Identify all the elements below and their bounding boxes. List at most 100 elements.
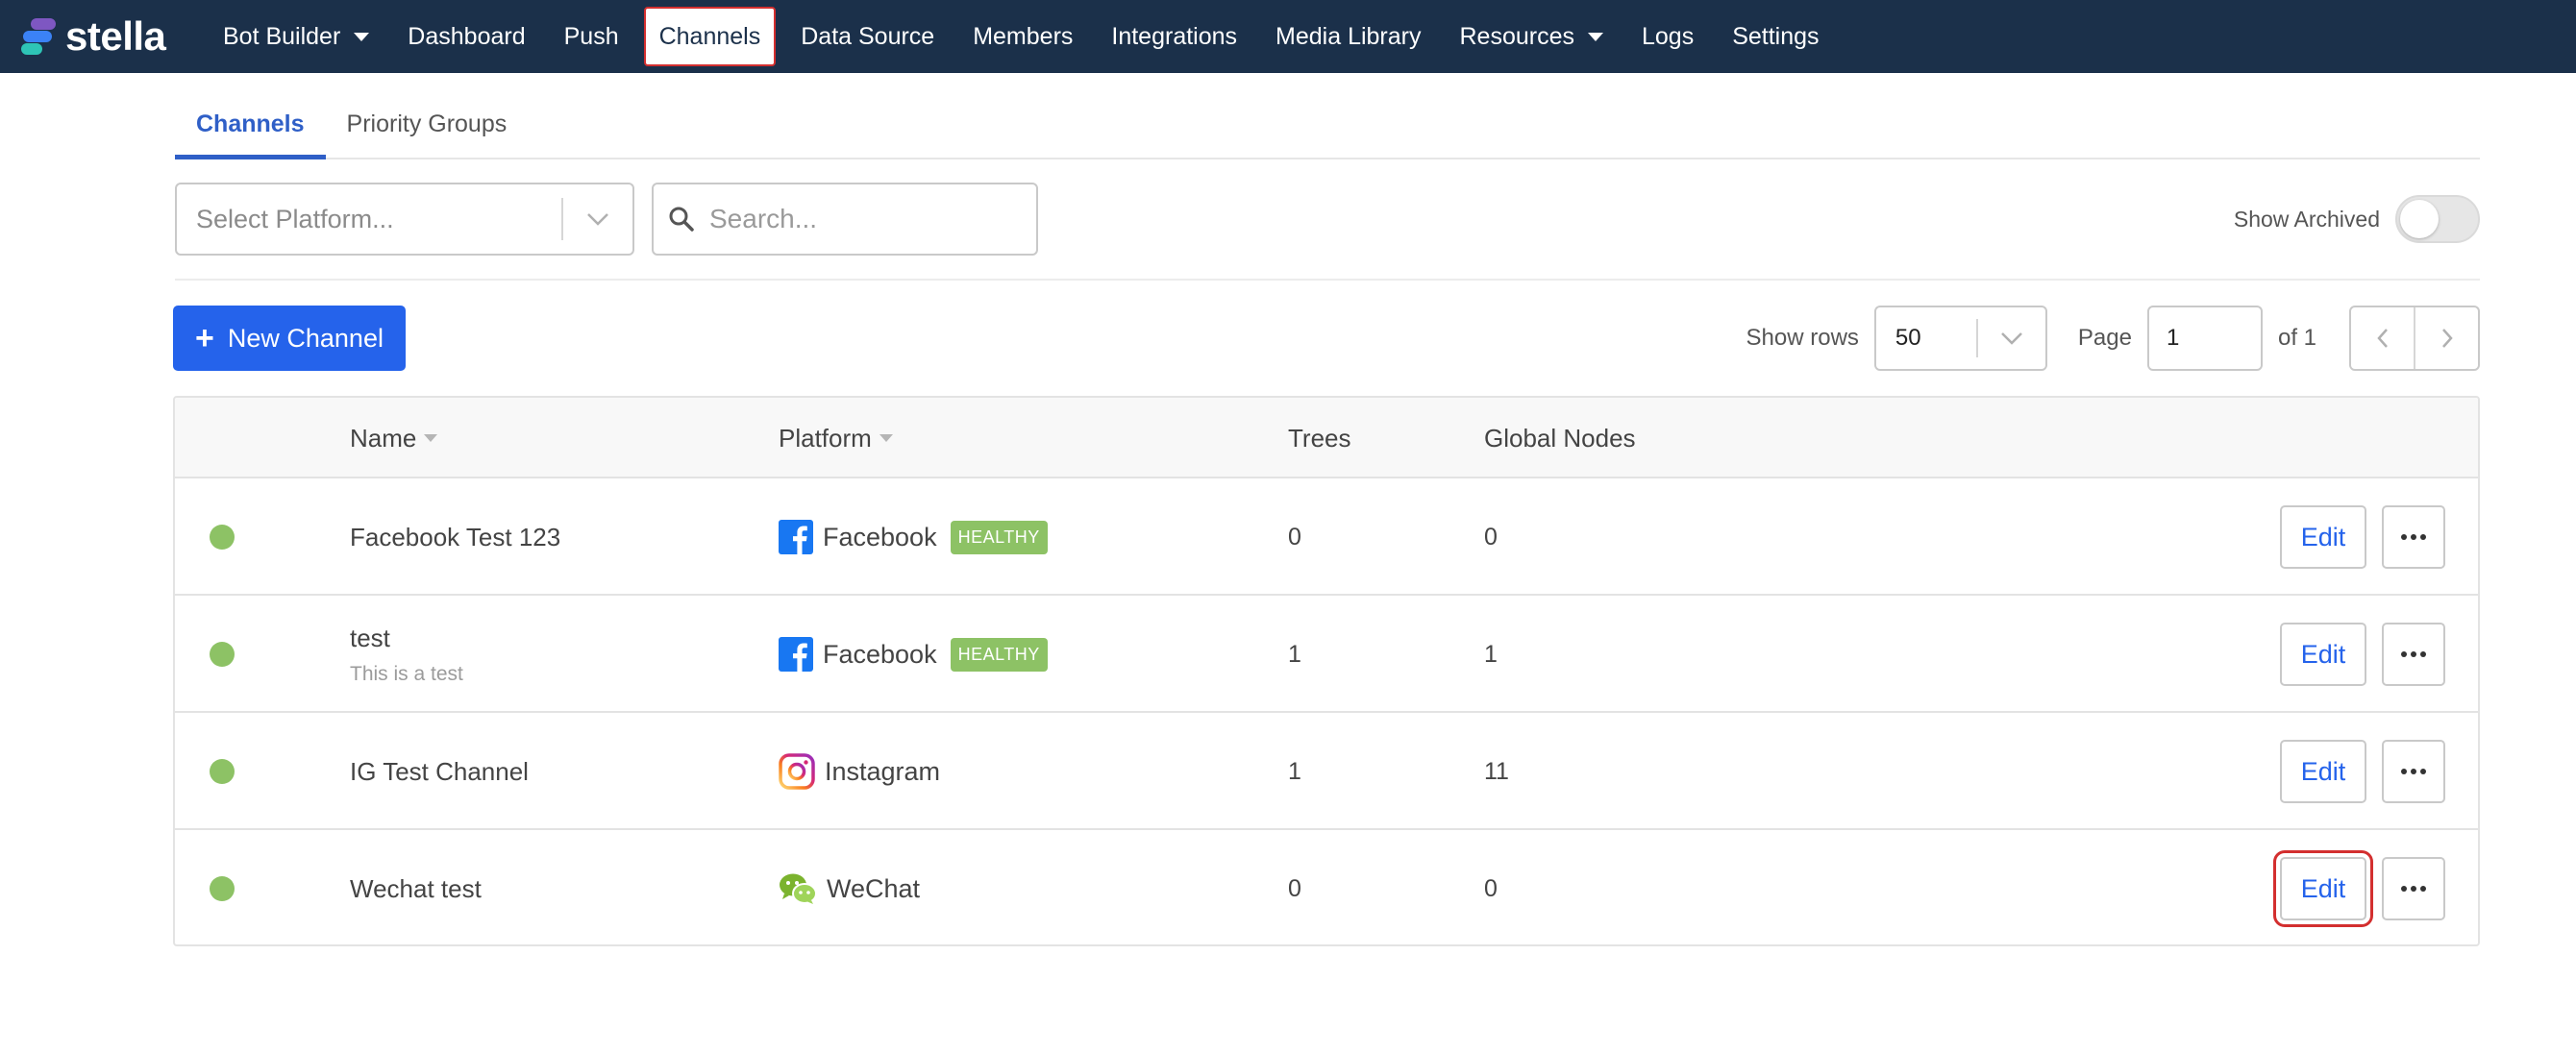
global-nodes-count: 0 <box>1484 523 1498 551</box>
table-row: Wechat test WeChat 0 0 Edit <box>175 830 2478 944</box>
more-options-button[interactable] <box>2382 740 2445 803</box>
page-tabs: Channels Priority Groups <box>175 88 2480 159</box>
nav-item-settings[interactable]: Settings <box>1713 7 1838 66</box>
trees-cell: 0 <box>1288 830 1301 944</box>
chevron-down-icon[interactable] <box>1978 331 2045 345</box>
edit-button[interactable]: Edit <box>2280 740 2366 803</box>
new-channel-button[interactable]: + New Channel <box>173 306 406 371</box>
table-row: Facebook Test 123 Facebook HEALTHY 0 0 E… <box>175 478 2478 596</box>
more-options-button[interactable] <box>2382 623 2445 686</box>
column-header-label: Name <box>350 423 417 453</box>
show-archived-toggle[interactable] <box>2395 195 2480 243</box>
status-dot <box>210 876 235 901</box>
platform-name: Facebook <box>823 522 937 551</box>
nav-item-label: Logs <box>1641 22 1695 50</box>
facebook-icon <box>779 637 813 672</box>
edit-button[interactable]: Edit <box>2280 505 2366 569</box>
channel-name: test <box>350 623 390 652</box>
trees-count: 0 <box>1288 874 1301 902</box>
platform-cell: WeChat <box>779 830 920 944</box>
nav-item-label: Media Library <box>1276 22 1422 50</box>
nav-item-logs[interactable]: Logs <box>1622 7 1713 66</box>
show-rows-label: Show rows <box>1746 325 1859 351</box>
next-page-button[interactable] <box>2414 307 2478 369</box>
table-toolbar: + New Channel Show rows 50 Page of 1 <box>173 306 2480 371</box>
platform-cell: Facebook HEALTHY <box>779 478 1048 596</box>
status-dot <box>210 759 235 784</box>
channel-description: This is a test <box>350 662 463 685</box>
status-cell <box>210 830 235 944</box>
tab-channels[interactable]: Channels <box>175 88 326 159</box>
page-label: Page <box>2077 325 2132 351</box>
search-box[interactable] <box>652 183 1038 256</box>
channel-name: Wechat test <box>350 873 482 903</box>
ellipsis-icon <box>2401 769 2426 774</box>
platform-select[interactable]: Select Platform... <box>175 183 634 256</box>
channels-table: Name Platform Trees Global Nodes Faceboo… <box>173 396 2480 946</box>
nav-item-integrations[interactable]: Integrations <box>1092 7 1256 66</box>
nav-item-data-source[interactable]: Data Source <box>781 7 954 66</box>
caret-down-icon <box>354 32 370 41</box>
name-cell: IG Test Channel <box>350 713 529 830</box>
column-header-name[interactable]: Name <box>350 398 438 478</box>
nav-item-channels[interactable]: Channels <box>643 7 777 66</box>
name-cell: Facebook Test 123 <box>350 478 560 596</box>
global-nodes-count: 11 <box>1484 757 1509 785</box>
platform-cell: Instagram <box>779 713 940 830</box>
nav-item-media-library[interactable]: Media Library <box>1256 7 1440 66</box>
nav-item-dashboard[interactable]: Dashboard <box>388 7 544 66</box>
search-input[interactable] <box>709 204 1017 234</box>
global-nodes-cell: 11 <box>1484 713 1509 830</box>
top-navbar: stella Bot Builder Dashboard Push Channe… <box>0 0 2576 73</box>
nav-item-label: Push <box>563 22 619 50</box>
facebook-icon <box>779 520 813 554</box>
rows-per-page-select[interactable]: 50 <box>1873 306 2047 371</box>
trees-count: 1 <box>1288 640 1301 668</box>
table-row: test This is a test Facebook HEALTHY 1 1… <box>175 596 2478 713</box>
nav-item-label: Dashboard <box>408 22 526 50</box>
status-cell <box>210 478 235 596</box>
chevron-left-icon <box>2376 329 2388 348</box>
pagination: Show rows 50 Page of 1 <box>1746 306 2480 371</box>
nav-item-label: Settings <box>1732 22 1820 50</box>
prev-page-button[interactable] <box>2351 307 2414 369</box>
nav-item-label: Integrations <box>1111 22 1238 50</box>
global-nodes-count: 1 <box>1484 640 1498 668</box>
nav-item-members[interactable]: Members <box>954 7 1092 66</box>
name-cell: Wechat test <box>350 830 482 944</box>
trees-count: 0 <box>1288 523 1301 551</box>
stella-logo-mark <box>21 16 60 57</box>
table-row: IG Test Channel Instagram 1 11 Edit <box>175 713 2478 830</box>
nav-item-label: Members <box>973 22 1074 50</box>
page-total-label: of 1 <box>2277 325 2316 351</box>
nav-menu: Bot Builder Dashboard Push Channels Data… <box>204 0 1839 73</box>
column-header-trees: Trees <box>1288 423 1351 453</box>
edit-button[interactable]: Edit <box>2280 623 2366 686</box>
stella-logo[interactable]: stella <box>21 0 204 73</box>
trees-cell: 1 <box>1288 713 1301 830</box>
nav-item-resources[interactable]: Resources <box>1440 7 1622 66</box>
instagram-icon <box>779 753 815 790</box>
nav-item-push[interactable]: Push <box>545 7 638 66</box>
column-header-platform[interactable]: Platform <box>779 398 893 478</box>
global-nodes-cell: 0 <box>1484 830 1498 944</box>
ellipsis-icon <box>2401 651 2426 657</box>
nav-item-label: Bot Builder <box>223 22 341 50</box>
edit-button[interactable]: Edit <box>2273 850 2373 927</box>
nav-item-label: Resources <box>1459 22 1574 50</box>
global-nodes-cell: 0 <box>1484 478 1498 596</box>
new-channel-label: New Channel <box>227 323 384 353</box>
nav-item-bot-builder[interactable]: Bot Builder <box>204 7 388 66</box>
chevron-down-icon[interactable] <box>563 212 632 226</box>
show-archived-label: Show Archived <box>2233 206 2380 232</box>
tab-priority-groups[interactable]: Priority Groups <box>326 88 529 159</box>
chevron-right-icon <box>2441 329 2453 348</box>
more-options-button[interactable] <box>2382 857 2445 920</box>
plus-icon: + <box>195 320 214 356</box>
page-number-input[interactable] <box>2146 306 2263 371</box>
channel-name: IG Test Channel <box>350 756 529 786</box>
toggle-knob <box>2400 200 2439 238</box>
nav-item-label: Channels <box>658 22 761 50</box>
more-options-button[interactable] <box>2382 505 2445 569</box>
column-header-global-nodes: Global Nodes <box>1484 423 1636 453</box>
